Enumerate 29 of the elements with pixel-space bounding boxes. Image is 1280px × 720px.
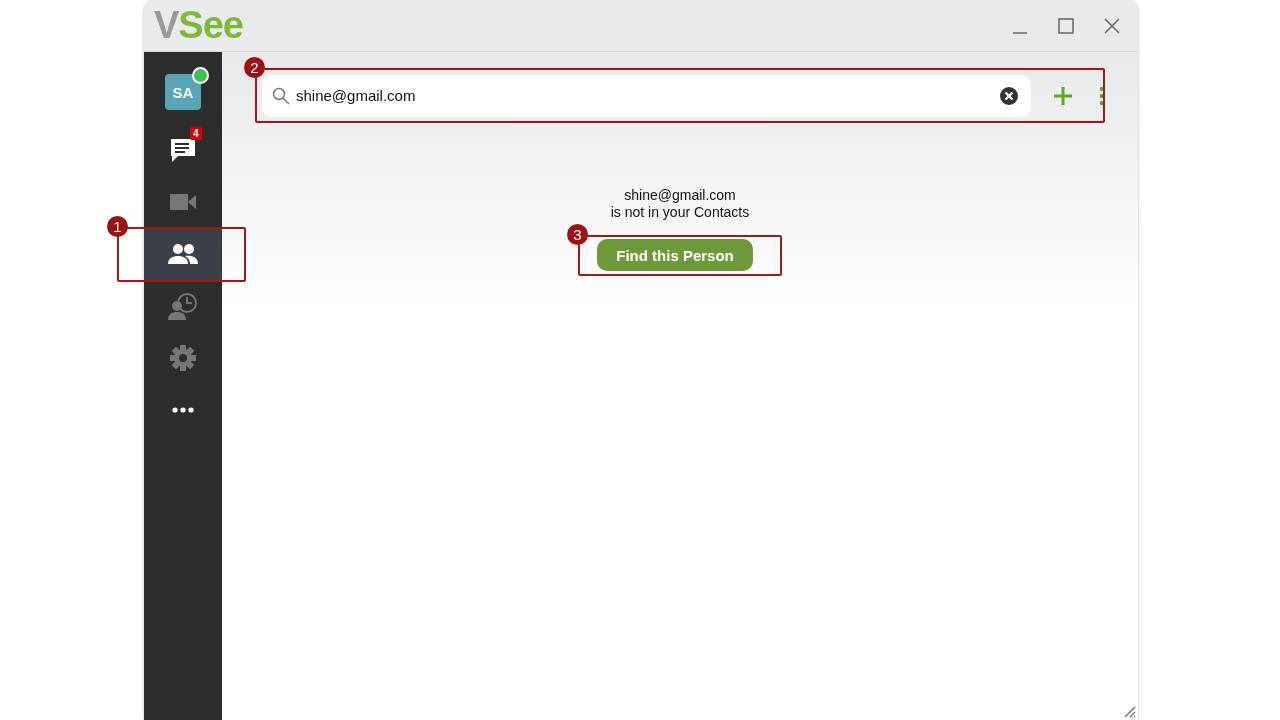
more-icon [172,407,194,413]
find-person-button[interactable]: Find this Person [597,239,753,271]
minimize-icon [1012,31,1028,34]
avatar[interactable]: SA [165,74,201,110]
video-camera-icon [169,192,197,212]
searched-email: shine@gmail.com [623,187,737,204]
chat-icon [169,136,197,164]
clear-button[interactable] [999,85,1019,106]
unread-count-badge: 4 [190,127,202,140]
callout-number: 2 [244,57,265,78]
search-icon [272,86,290,105]
search-field[interactable]: shine@gmail.com [262,74,1031,117]
callout-number: 3 [567,224,588,245]
not-in-contacts-text: is not in your Contacts [610,204,750,221]
sidebar-item[interactable] [144,228,222,280]
person-clock-icon [168,292,198,320]
clear-icon [999,85,1019,106]
resize-grip-icon [1122,704,1136,718]
people-icon [168,243,198,265]
maximize-icon [1058,17,1074,34]
sidebar-item[interactable]: 4 [144,124,222,176]
settings-icon [170,345,196,371]
close-icon [1104,17,1120,34]
kebab-menu-icon [1099,85,1105,106]
add-contact-button[interactable] [1053,85,1073,106]
more-options-button[interactable] [1099,85,1105,106]
logo: VSee [154,4,243,47]
callout-number: 1 [107,216,128,237]
plus-icon [1053,85,1073,106]
